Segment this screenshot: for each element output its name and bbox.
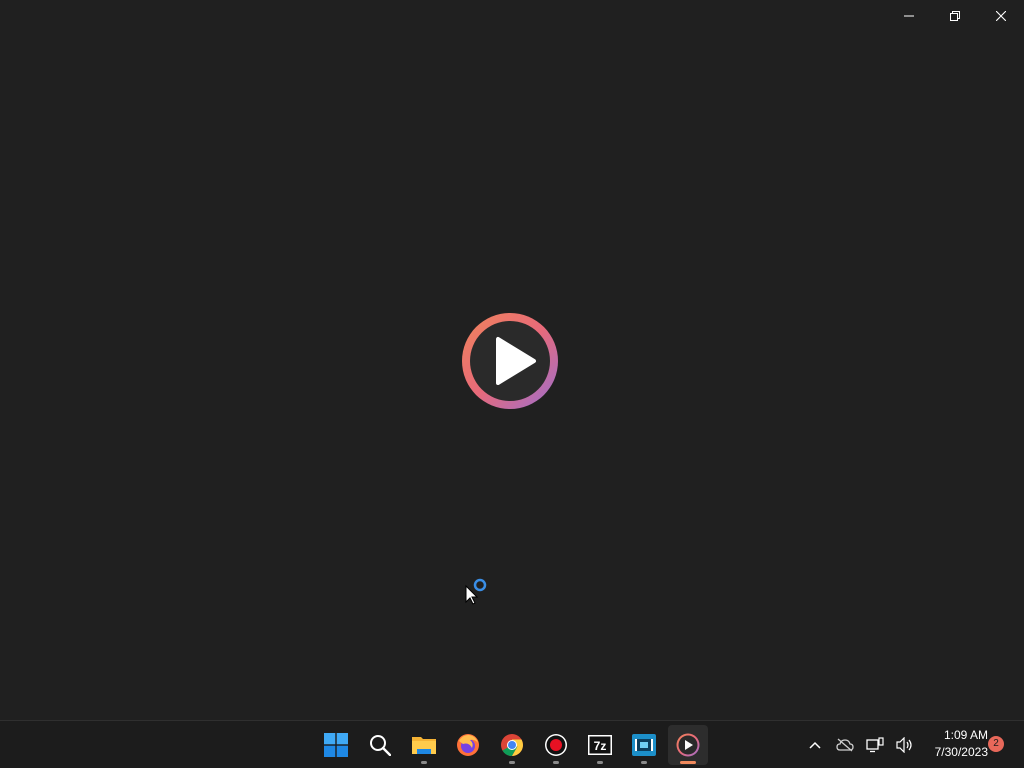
search-icon [370, 734, 391, 756]
close-icon [996, 11, 1006, 21]
notification-badge[interactable]: 2 [988, 736, 1004, 752]
close-button[interactable] [978, 0, 1024, 32]
clock-button[interactable]: 1:09 AM 7/30/2023 [916, 727, 988, 761]
network-tray-button[interactable] [860, 730, 890, 760]
show-hidden-icons-button[interactable] [800, 730, 830, 760]
system-tray [800, 721, 920, 768]
media-player-window [0, 0, 1024, 720]
file-explorer-icon [412, 736, 436, 754]
start-button[interactable] [314, 721, 358, 768]
windows-start-icon [324, 732, 348, 757]
taskbar-file-explorer[interactable] [402, 721, 446, 768]
running-indicator [421, 761, 427, 764]
restore-icon [950, 11, 960, 21]
running-indicator [553, 761, 559, 764]
active-indicator [680, 761, 696, 764]
taskbar-chrome[interactable] [490, 721, 534, 768]
taskbar-apps: 7z [314, 721, 710, 768]
busy-cursor-icon [465, 578, 487, 605]
onedrive-tray-button[interactable] [830, 730, 860, 760]
taskbar: 7z 1:09 AM 7/30/2023 [0, 720, 1024, 768]
taskbar-firefox[interactable] [446, 721, 490, 768]
clock-date: 7/30/2023 [934, 745, 988, 759]
window-caption-controls [886, 0, 1024, 32]
clock-time: 1:09 AM [943, 728, 988, 742]
minimize-button[interactable] [886, 0, 932, 32]
chevron-up-icon [809, 741, 821, 749]
firefox-icon [457, 733, 479, 756]
taskbar-7zip[interactable]: 7z [578, 721, 622, 768]
taskbar-screen-recorder[interactable] [534, 721, 578, 768]
running-indicator [641, 761, 647, 764]
taskbar-media-player[interactable] [666, 721, 710, 768]
running-indicator [509, 761, 515, 764]
search-button[interactable] [358, 721, 402, 768]
taskbar-video-editor[interactable] [622, 721, 666, 768]
minimize-icon [904, 15, 914, 17]
onedrive-offline-icon [836, 738, 854, 751]
running-indicator [597, 761, 603, 764]
7zip-icon: 7z [588, 734, 612, 755]
chrome-icon [501, 733, 523, 756]
restore-button[interactable] [932, 0, 978, 32]
media-player-play-icon [462, 313, 558, 409]
screen-recorder-icon [545, 733, 567, 756]
media-player-icon [676, 733, 700, 756]
network-icon [866, 736, 884, 752]
7zip-label: 7z [594, 739, 607, 753]
video-editor-icon [632, 733, 656, 756]
volume-icon [896, 736, 912, 753]
